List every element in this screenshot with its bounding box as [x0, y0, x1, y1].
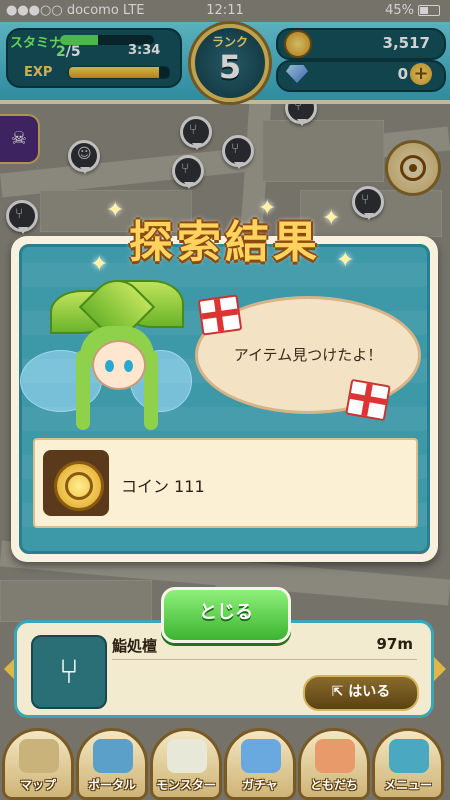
divider	[112, 659, 417, 660]
monster-icon	[167, 739, 207, 773]
location-name: 鮨処檀	[112, 637, 158, 655]
nav-map[interactable]: マップ	[2, 728, 74, 800]
nav-portal[interactable]: ポータル	[76, 728, 148, 800]
enter-icon: ⇱	[331, 684, 349, 700]
item-icon-frame	[43, 450, 109, 516]
fairy-character-illustration	[20, 268, 192, 440]
nav-friends[interactable]: ともだち	[298, 728, 370, 800]
menu-icon	[389, 739, 429, 773]
nav-monster[interactable]: モンスター	[150, 728, 222, 800]
location-distance: 97m	[376, 635, 413, 653]
restaurant-icon: ⑂	[31, 635, 107, 709]
portal-icon	[93, 739, 133, 773]
nav-gacha[interactable]: ガチャ	[224, 728, 296, 800]
coin-icon	[54, 461, 104, 511]
bottom-nav: マップ ポータル モンスター ガチャ ともだち メニュー	[0, 728, 450, 800]
nav-menu[interactable]: メニュー	[372, 728, 444, 800]
speech-text: アイテム見つけたよ！	[233, 346, 383, 364]
enter-button-label: はいる	[348, 684, 391, 700]
close-button[interactable]: とじる	[161, 587, 291, 643]
enter-button[interactable]: ⇱ はいる	[303, 675, 419, 711]
map-icon	[19, 739, 59, 773]
gacha-icon	[241, 739, 281, 773]
reward-item-label: コイン 111	[121, 477, 205, 496]
gift-icon	[345, 378, 391, 422]
friends-icon	[315, 739, 355, 773]
next-location-arrow[interactable]	[434, 657, 446, 681]
gift-icon	[197, 294, 243, 336]
dialog-title: 探索結果	[129, 217, 321, 268]
reward-item-row: コイン 111	[33, 438, 418, 528]
